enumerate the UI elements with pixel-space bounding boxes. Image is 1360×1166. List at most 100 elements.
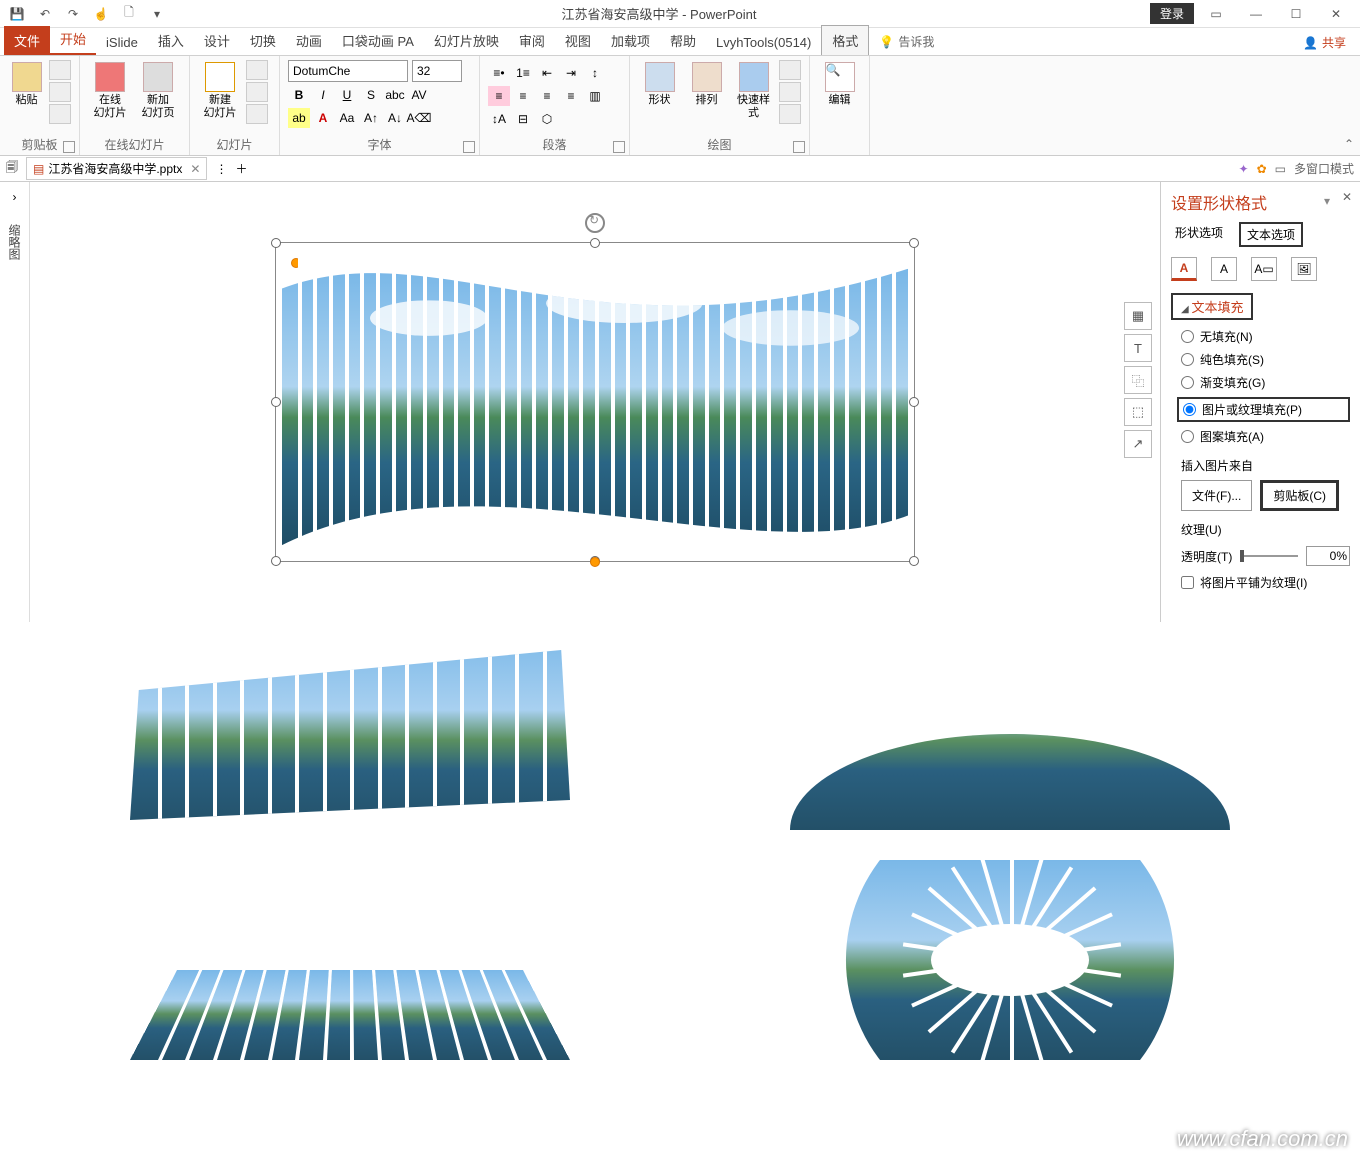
resize-handle-sw[interactable] bbox=[271, 556, 281, 566]
tab-kouda[interactable]: 口袋动画 PA bbox=[332, 26, 424, 55]
magic-icon[interactable]: ✦ bbox=[1239, 162, 1249, 176]
text-direction-icon[interactable]: ↕A bbox=[488, 109, 510, 129]
resize-handle-nw[interactable] bbox=[271, 238, 281, 248]
bold-icon[interactable]: B bbox=[288, 85, 310, 105]
text-fill-section[interactable]: 文本填充 bbox=[1171, 293, 1253, 320]
multi-window-label[interactable]: 多窗口模式 bbox=[1294, 160, 1354, 177]
paragraph-launcher[interactable] bbox=[613, 141, 625, 153]
resize-handle-se[interactable] bbox=[909, 556, 919, 566]
no-fill-radio[interactable]: 无填充(N) bbox=[1181, 328, 1350, 345]
tab-design[interactable]: 设计 bbox=[194, 26, 240, 55]
insert-from-clipboard-button[interactable]: 剪贴板(C) bbox=[1260, 480, 1339, 511]
layout-icon[interactable] bbox=[246, 60, 268, 80]
tab-transition[interactable]: 切换 bbox=[240, 26, 286, 55]
thumbnail-rail[interactable]: › 缩略图 bbox=[0, 182, 30, 622]
tab-slideshow[interactable]: 幻灯片放映 bbox=[424, 26, 509, 55]
tab-home[interactable]: 开始 bbox=[50, 24, 96, 55]
align-text-icon[interactable]: ⊟ bbox=[512, 109, 534, 129]
new-icon[interactable]: 🗋 bbox=[118, 3, 140, 25]
pane-menu-icon[interactable]: ▾ bbox=[1324, 194, 1330, 208]
align-center-icon[interactable]: ≡ bbox=[512, 86, 534, 106]
font-launcher[interactable] bbox=[463, 141, 475, 153]
share-button[interactable]: 👤共享 bbox=[1293, 30, 1356, 55]
solid-fill-radio[interactable]: 纯色填充(S) bbox=[1181, 351, 1350, 368]
undo-icon[interactable]: ↶ bbox=[34, 3, 56, 25]
clear-format-icon[interactable]: A⌫ bbox=[408, 108, 430, 128]
transparency-slider[interactable] bbox=[1240, 555, 1298, 557]
close-tab-icon[interactable]: ✕ bbox=[190, 162, 200, 176]
transparency-value[interactable] bbox=[1306, 546, 1350, 566]
adjust-handle-b[interactable] bbox=[590, 557, 600, 567]
pane-close-icon[interactable]: ✕ bbox=[1342, 190, 1352, 204]
format-painter-icon[interactable] bbox=[49, 104, 71, 124]
indent-left-icon[interactable]: ⇤ bbox=[536, 63, 558, 83]
tab-lvyh[interactable]: LvyhTools(0514) bbox=[706, 30, 821, 55]
font-size-select[interactable] bbox=[412, 60, 462, 82]
text-options-tab[interactable]: 文本选项 bbox=[1239, 222, 1303, 247]
spacing-icon[interactable]: AV bbox=[408, 85, 430, 105]
columns-icon[interactable]: ▥ bbox=[584, 86, 606, 106]
text-tool-icon[interactable]: T bbox=[1124, 334, 1152, 362]
close-icon[interactable]: ✕ bbox=[1318, 1, 1354, 27]
pattern-fill-radio[interactable]: 图案填充(A) bbox=[1181, 428, 1350, 445]
shape-outline-icon[interactable] bbox=[779, 82, 801, 102]
tab-islide[interactable]: iSlide bbox=[96, 30, 148, 55]
picture-icon[interactable]: 🖼 bbox=[1291, 257, 1317, 281]
save-icon[interactable]: 💾 bbox=[6, 3, 28, 25]
textbox-icon[interactable]: A▭ bbox=[1251, 257, 1277, 281]
arrange-button[interactable]: 排列 bbox=[685, 60, 728, 109]
ribbon-options-icon[interactable]: ▭ bbox=[1198, 1, 1234, 27]
picture-texture-fill-radio[interactable]: 图片或纹理填充(P) bbox=[1177, 397, 1350, 422]
tab-format[interactable]: 格式 bbox=[821, 25, 869, 55]
line-spacing-icon[interactable]: ↕ bbox=[584, 63, 606, 83]
texture-label[interactable]: 纹理(U) bbox=[1181, 521, 1350, 538]
resize-handle-ne[interactable] bbox=[909, 238, 919, 248]
highlight-icon[interactable]: ab bbox=[288, 108, 310, 128]
strike-icon[interactable]: S bbox=[360, 85, 382, 105]
shape-options-tab[interactable]: 形状选项 bbox=[1171, 222, 1227, 247]
grow-font-icon[interactable]: A↑ bbox=[360, 108, 382, 128]
tab-animation[interactable]: 动画 bbox=[286, 26, 332, 55]
touch-mode-icon[interactable]: ☝ bbox=[90, 3, 112, 25]
resize-handle-e[interactable] bbox=[909, 397, 919, 407]
underline-icon[interactable]: U bbox=[336, 85, 358, 105]
slide-canvas[interactable]: ▦ T ⿻ ⬚ ↗ bbox=[30, 182, 1160, 622]
group-tool-icon[interactable]: ⬚ bbox=[1124, 398, 1152, 426]
tab-insert[interactable]: 插入 bbox=[148, 26, 194, 55]
expand-rail-icon[interactable]: › bbox=[13, 190, 17, 204]
tell-me[interactable]: 💡告诉我 bbox=[869, 28, 944, 55]
text-fill-outline-icon[interactable]: A bbox=[1171, 257, 1197, 281]
new-tab-icon[interactable]: ＋ bbox=[235, 160, 247, 177]
resize-handle-w[interactable] bbox=[271, 397, 281, 407]
add-slide-page-button[interactable]: 新加 幻灯页 bbox=[136, 60, 180, 122]
text-effects-icon[interactable]: A bbox=[1211, 257, 1237, 281]
gradient-fill-radio[interactable]: 渐变填充(G) bbox=[1181, 374, 1350, 391]
multi-window-icon[interactable]: ▭ bbox=[1275, 162, 1286, 176]
tab-addin[interactable]: 加载项 bbox=[601, 26, 660, 55]
shadow-icon[interactable]: abc bbox=[384, 85, 406, 105]
collapse-ribbon-icon[interactable]: ⌃ bbox=[1344, 137, 1354, 151]
numbering-icon[interactable]: 1≡ bbox=[512, 63, 534, 83]
drawing-launcher[interactable] bbox=[793, 141, 805, 153]
tab-view[interactable]: 视图 bbox=[555, 26, 601, 55]
font-name-select[interactable] bbox=[288, 60, 408, 82]
gear-icon[interactable]: ✿ bbox=[1257, 162, 1267, 176]
tab-recover-icon[interactable]: 🗐 bbox=[6, 158, 18, 179]
copy-icon[interactable] bbox=[49, 82, 71, 102]
copy-tool-icon[interactable]: ⿻ bbox=[1124, 366, 1152, 394]
indent-right-icon[interactable]: ⇥ bbox=[560, 63, 582, 83]
tab-review[interactable]: 审阅 bbox=[509, 26, 555, 55]
layout-tool-icon[interactable]: ▦ bbox=[1124, 302, 1152, 330]
shapes-button[interactable]: 形状 bbox=[638, 60, 681, 109]
selected-shape[interactable] bbox=[275, 242, 915, 562]
tab-help[interactable]: 帮助 bbox=[660, 26, 706, 55]
align-left-icon[interactable]: ≡ bbox=[488, 86, 510, 106]
document-tab[interactable]: ▤ 江苏省海安高级中学.pptx ✕ bbox=[26, 157, 207, 180]
insert-from-file-button[interactable]: 文件(F)... bbox=[1181, 480, 1252, 511]
arrow-tool-icon[interactable]: ↗ bbox=[1124, 430, 1152, 458]
new-slide-button[interactable]: 新建 幻灯片 bbox=[198, 60, 242, 122]
section-icon[interactable] bbox=[246, 104, 268, 124]
quick-styles-button[interactable]: 快速样式 bbox=[732, 60, 775, 122]
change-case-icon[interactable]: Aa bbox=[336, 108, 358, 128]
rotate-handle[interactable] bbox=[585, 213, 605, 233]
